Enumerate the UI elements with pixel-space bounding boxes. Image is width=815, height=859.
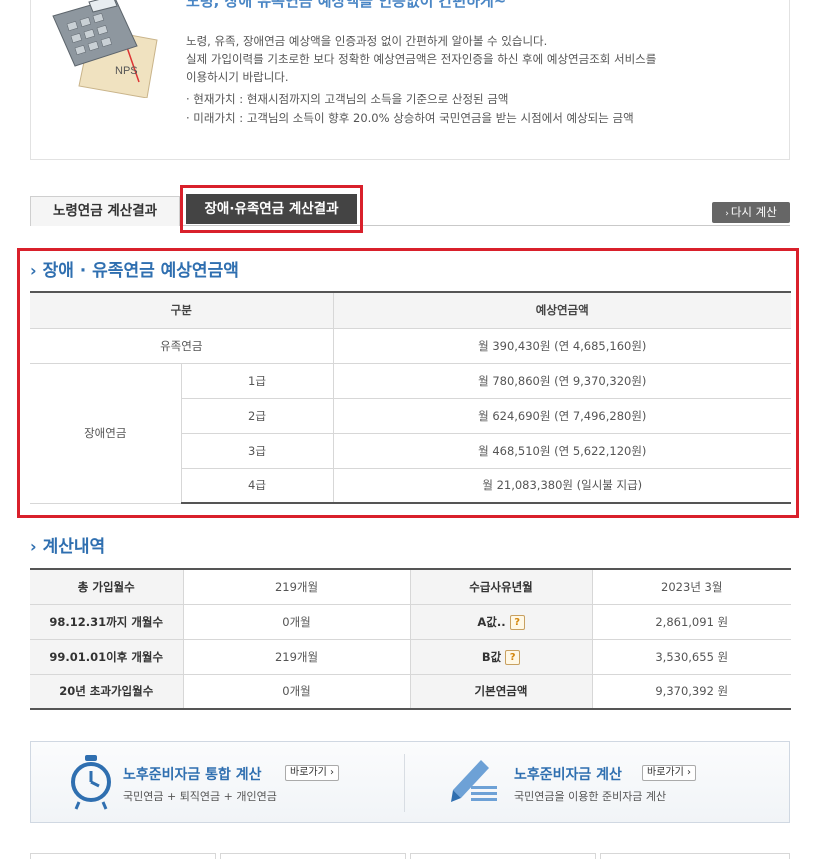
months-before-1999-value: 0개월 (182, 603, 411, 640)
tab-highlight-box: 장애·유족연금 계산결과 (180, 185, 363, 233)
benefit-date-value: 2023년 3월 (591, 568, 791, 605)
nps-label: NPS (115, 65, 138, 77)
recalculate-button[interactable]: › 다시 계산 (712, 202, 790, 223)
benefit-date-label: 수급사유년월 (409, 568, 593, 605)
table-header-row: 구분 예상연금액 (30, 291, 791, 329)
grade-amount: 월 624,690원 (연 7,496,280원) (332, 397, 791, 434)
tab-old-age-pension[interactable]: 노령연금 계산결과 (30, 196, 180, 226)
banner-divider (404, 754, 405, 812)
table-row: 99.01.01이후 개월수 219개월 B값? 3,530,655 원 (30, 638, 791, 675)
value-definitions: · 현재가치 : 현재시점까지의 고객님의 소득을 기준으로 산정된 금액 · … (186, 90, 634, 128)
table-row: 20년 초과가입월수 0개월 기본연금액 9,370,392 원 (30, 673, 791, 710)
bottom-menu-cell (410, 853, 596, 859)
grade-label: 1급 (180, 362, 334, 399)
bottom-menu-cell (600, 853, 790, 859)
survivor-pension-amount: 월 390,430원 (연 4,685,160원) (332, 327, 791, 364)
a-value-label: A값..? (409, 603, 593, 640)
fund-calc-subtitle: 국민연금을 이용한 준비자금 계산 (514, 790, 667, 803)
integrated-fund-calc-subtitle: 국민연금 + 퇴직연금 + 개인연금 (123, 790, 277, 803)
section-title-calculation-details: › 계산내역 (30, 537, 106, 557)
calculation-details-table: 총 가입월수 219개월 수급사유년월 2023년 3월 98.12.31까지 … (30, 568, 791, 710)
intro-box: NPS 노령, 장애 유족연금 예상액을 인증없이 간편하게~ 노령, 유족, … (30, 0, 790, 160)
table-row: 98.12.31까지 개월수 0개월 A값..? 2,861,091 원 (30, 603, 791, 640)
col-header-category: 구분 (30, 291, 334, 329)
pencil-document-icon (451, 760, 497, 802)
chevron-right-icon: › (725, 209, 729, 219)
excess-months-value: 0개월 (182, 673, 411, 710)
table-row: 총 가입월수 219개월 수급사유년월 2023년 3월 (30, 568, 791, 605)
integrated-fund-calc-button[interactable]: 바로가기 › (285, 765, 339, 781)
section-title-expected-pension: › 장애 · 유족연금 예상연금액 (30, 261, 239, 281)
tab-disability-survivor-pension[interactable]: 장애·유족연금 계산결과 (186, 194, 357, 224)
stopwatch-icon (71, 755, 111, 810)
fund-calc-button[interactable]: 바로가기 › (642, 765, 696, 781)
disability-pension-label: 장애연금 (30, 362, 182, 504)
bottom-menu-cell (220, 853, 406, 859)
months-before-1999-label: 98.12.31까지 개월수 (30, 603, 184, 640)
chevron-right-icon: › (30, 537, 37, 556)
b-value-label: B값? (409, 638, 593, 675)
survivor-pension-label: 유족연금 (30, 327, 334, 364)
a-value: 2,861,091 원 (591, 603, 791, 640)
months-after-1999-value: 219개월 (182, 638, 411, 675)
grade-label: 4급 (181, 467, 334, 504)
total-months-value: 219개월 (182, 568, 411, 605)
intro-description: 노령, 유족, 장애연금 예상액을 인증과정 없이 간편하게 알아볼 수 있습니… (186, 34, 657, 84)
chevron-right-icon: › (30, 261, 37, 280)
calculator-illustration: NPS (52, 0, 158, 98)
help-icon[interactable]: ? (505, 649, 521, 665)
table-row: 장애연금 1급 월 780,860원 (연 9,370,320원) (30, 362, 791, 504)
present-value-def: · 현재가치 : 현재시점까지의 고객님의 소득을 기준으로 산정된 금액 (186, 92, 509, 106)
table-row: 유족연금 월 390,430원 (연 4,685,160원) (30, 327, 791, 364)
bottom-menu-strip (30, 853, 790, 859)
bottom-menu-cell (30, 853, 216, 859)
integrated-fund-calc-title[interactable]: 노후준비자금 통합 계산 (123, 764, 262, 784)
expected-pension-table: 구분 예상연금액 유족연금 월 390,430원 (연 4,685,160원) … (30, 291, 791, 504)
basic-pension-value: 9,370,392 원 (591, 673, 791, 710)
result-tabs: 노령연금 계산결과 장애·유족연금 계산결과 › 다시 계산 (30, 185, 790, 233)
b-value: 3,530,655 원 (591, 638, 791, 675)
retirement-fund-banner: 노후준비자금 통합 계산 바로가기 › 국민연금 + 퇴직연금 + 개인연금 노… (30, 741, 790, 823)
excess-months-label: 20년 초과가입월수 (30, 673, 184, 710)
total-months-label: 총 가입월수 (30, 568, 184, 605)
grade-label: 3급 (181, 432, 334, 469)
basic-pension-label: 기본연금액 (409, 673, 593, 710)
col-header-amount: 예상연금액 (332, 291, 791, 329)
months-after-1999-label: 99.01.01이후 개월수 (30, 638, 184, 675)
help-icon[interactable]: ? (509, 614, 525, 630)
intro-headline: 노령, 장애 유족연금 예상액을 인증없이 간편하게~ (186, 0, 507, 10)
grade-amount: 월 780,860원 (연 9,370,320원) (332, 362, 791, 399)
grade-label: 2급 (181, 397, 334, 434)
fund-calc-title[interactable]: 노후준비자금 계산 (514, 764, 622, 784)
grade-amount: 월 468,510원 (연 5,622,120원) (332, 432, 791, 469)
grade-amount: 월 21,083,380원 (일시불 지급) (332, 467, 791, 504)
future-value-def: · 미래가치 : 고객님의 소득이 향후 20.0% 상승하여 국민연금을 받는… (186, 111, 634, 125)
